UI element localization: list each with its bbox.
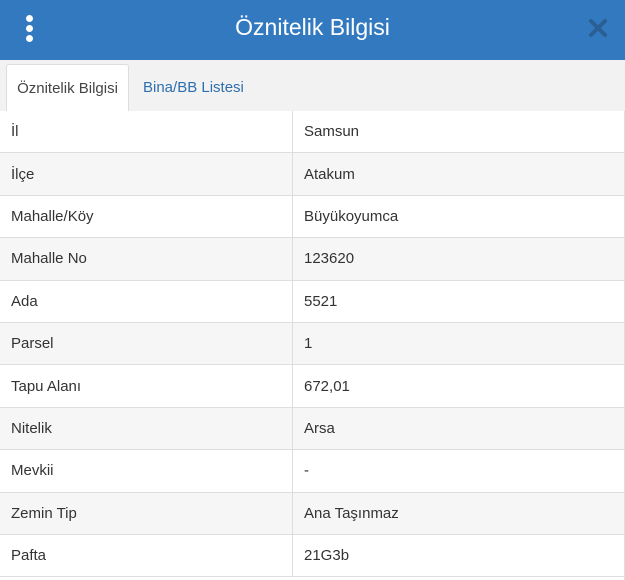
row-value: 1 xyxy=(304,335,313,353)
row-value: 5521 xyxy=(304,292,338,310)
row-value: Samsun xyxy=(304,123,360,141)
row-value: 123620 xyxy=(304,250,355,268)
row-key: İlçe xyxy=(0,153,293,195)
row-key: Ada xyxy=(0,280,293,322)
row-key: İl xyxy=(0,111,293,153)
tab-bar: Öznitelik Bilgisi Bina/BB Listesi xyxy=(0,60,625,112)
row-value: Atakum xyxy=(304,165,355,183)
dialog-header: Öznitelik Bilgisi xyxy=(0,0,625,60)
row-key: Mahalle No xyxy=(0,238,293,280)
table-row: Parsel 1 xyxy=(0,322,625,366)
row-key: Mahalle/Köy xyxy=(0,195,293,238)
close-icon[interactable] xyxy=(584,14,612,42)
row-key: Pafta xyxy=(0,534,293,577)
table-row: Ada 5521 xyxy=(0,280,625,323)
table-row: Nitelik Arsa xyxy=(0,407,625,451)
table-row: Mahalle/Köy Büyükoyumca xyxy=(0,195,625,239)
table-row: İlçe Atakum xyxy=(0,153,625,196)
row-key: Zemin Tip xyxy=(0,492,293,534)
table-row: Pafta 21G3b xyxy=(0,534,625,578)
row-value: Ana Taşınmaz xyxy=(304,504,399,522)
dialog-title: Öznitelik Bilgisi xyxy=(235,14,390,40)
row-key: Nitelik xyxy=(0,407,293,450)
row-value: 21G3b xyxy=(304,547,350,565)
table-row: Tapu Alanı 672,01 xyxy=(0,365,625,408)
row-value: - xyxy=(304,462,309,480)
tab-bina-bb-listesi[interactable]: Bina/BB Listesi xyxy=(133,64,254,111)
table-row: Mahalle No 123620 xyxy=(0,238,625,281)
row-key: Parsel xyxy=(0,322,293,365)
table-row: Zemin Tip Ana Taşınmaz xyxy=(0,492,625,535)
close-icon-glyph xyxy=(589,19,607,37)
row-key: Tapu Alanı xyxy=(0,365,293,407)
table-row: Mevkii - xyxy=(0,450,625,493)
table-row: İl Samsun xyxy=(0,111,625,154)
row-value: Büyükoyumca xyxy=(304,207,399,225)
row-value: 672,01 xyxy=(304,377,350,395)
row-key: Mevkii xyxy=(0,450,293,492)
attribute-table: İl Samsun İlçe Atakum Mahalle/Köy Büyüko… xyxy=(0,111,625,578)
row-value: Arsa xyxy=(304,419,335,437)
tab-oznitelik-bilgisi[interactable]: Öznitelik Bilgisi xyxy=(6,64,129,112)
